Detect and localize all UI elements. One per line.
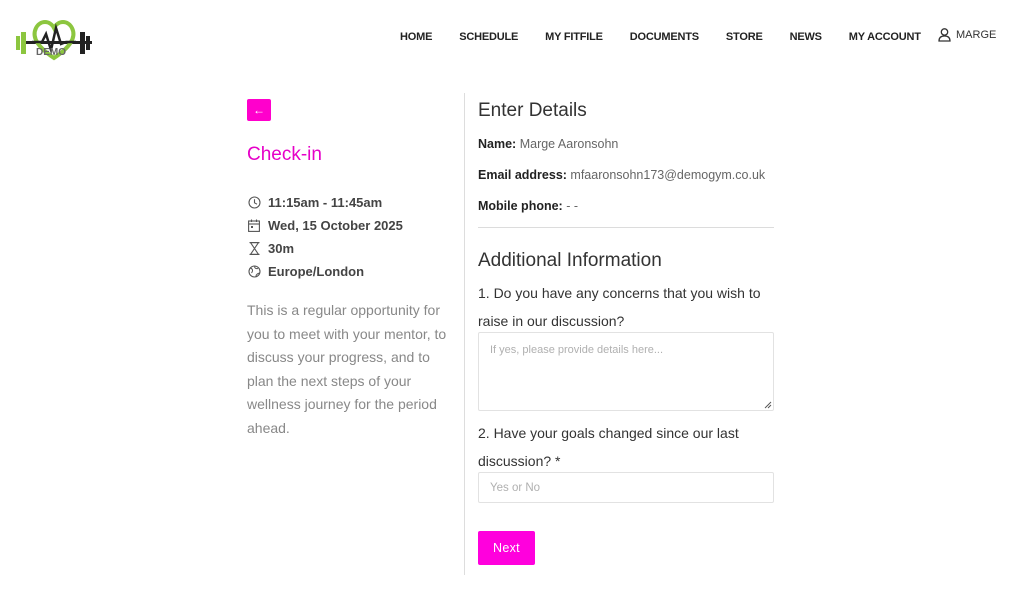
name-row: Name: Marge Aaronsohn xyxy=(478,137,618,151)
svg-text:DEMO: DEMO xyxy=(36,47,66,58)
goals-changed-input[interactable] xyxy=(478,472,774,503)
phone-label: Mobile phone: xyxy=(478,199,563,213)
clock-icon xyxy=(247,196,261,210)
email-row: Email address: mfaaronsohn173@demogym.co… xyxy=(478,168,765,182)
event-timezone: Europe/London xyxy=(268,264,365,279)
question-1-label: 1. Do you have any concerns that you wis… xyxy=(478,285,761,329)
nav-store[interactable]: STORE xyxy=(726,31,763,43)
concerns-textarea[interactable] xyxy=(478,332,774,411)
resize-grip-icon[interactable] xyxy=(764,401,772,409)
event-duration-row: 30m xyxy=(247,237,403,260)
name-label: Name: xyxy=(478,137,517,151)
globe-icon xyxy=(247,265,261,279)
event-timezone-row: Europe/London xyxy=(247,260,403,283)
section-divider xyxy=(478,227,774,228)
column-divider xyxy=(464,93,465,575)
calendar-icon xyxy=(247,219,261,233)
hourglass-icon xyxy=(247,242,261,256)
back-button[interactable]: ← xyxy=(247,99,271,121)
email-label: Email address: xyxy=(478,168,567,182)
phone-value: - - xyxy=(566,199,579,213)
enter-details-heading: Enter Details xyxy=(478,100,587,121)
site-header: DEMO HOME SCHEDULE MY FITFILE DOCUMENTS … xyxy=(0,0,1024,74)
nav-my-account[interactable]: MY ACCOUNT xyxy=(849,31,921,43)
event-title: Check-in xyxy=(247,144,322,165)
email-value: mfaaronsohn173@demogym.co.uk xyxy=(570,168,766,182)
nav-my-fitfile[interactable]: MY FITFILE xyxy=(545,31,603,43)
additional-info-heading: Additional Information xyxy=(478,250,662,271)
event-time: 11:15am - 11:45am xyxy=(268,195,383,210)
event-description: This is a regular opportunity for you to… xyxy=(247,302,447,436)
event-date: Wed, 15 October 2025 xyxy=(268,218,403,233)
event-meta: 11:15am - 11:45am Wed, 15 October 2025 3… xyxy=(247,191,403,283)
nav-schedule[interactable]: SCHEDULE xyxy=(459,31,518,43)
next-button[interactable]: Next xyxy=(478,531,535,565)
nav-news[interactable]: NEWS xyxy=(790,31,822,43)
event-duration: 30m xyxy=(268,241,295,256)
user-name: MARGE xyxy=(956,29,997,41)
user-icon xyxy=(938,28,951,42)
question-2-label: 2. Have your goals changed since our las… xyxy=(478,425,739,469)
brand-logo[interactable]: DEMO xyxy=(14,14,94,64)
user-menu[interactable]: MARGE xyxy=(938,28,996,42)
name-value: Marge Aaronsohn xyxy=(519,137,619,151)
event-date-row: Wed, 15 October 2025 xyxy=(247,214,403,237)
event-time-row: 11:15am - 11:45am xyxy=(247,191,403,214)
nav-documents[interactable]: DOCUMENTS xyxy=(630,31,699,43)
nav-home[interactable]: HOME xyxy=(400,31,432,43)
phone-row: Mobile phone: - - xyxy=(478,199,578,213)
main-nav: HOME SCHEDULE MY FITFILE DOCUMENTS STORE… xyxy=(400,31,921,43)
